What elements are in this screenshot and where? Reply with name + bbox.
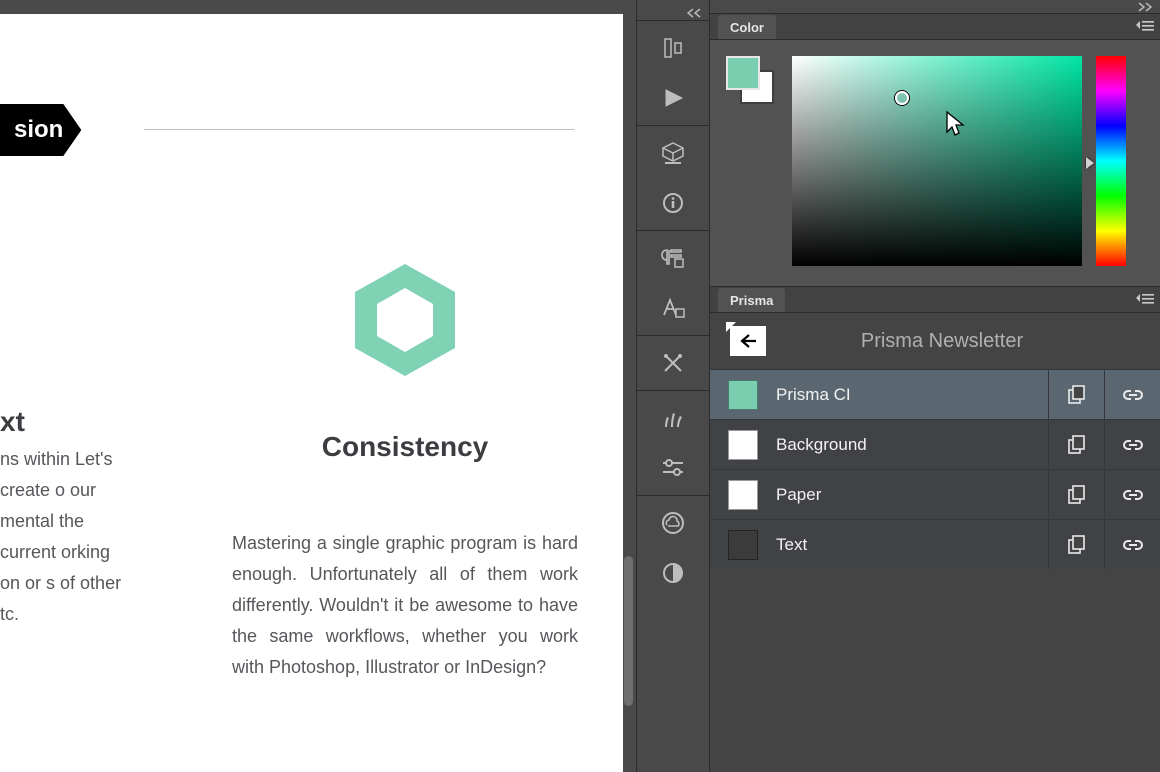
section-label-tab: sion xyxy=(0,104,81,156)
copy-icon[interactable] xyxy=(1048,370,1104,419)
prisma-panel-tab[interactable]: Prisma xyxy=(718,288,785,312)
sat-cursor[interactable] xyxy=(895,91,909,105)
prisma-color-list: Prisma CI Background Paper xyxy=(710,369,1160,569)
row-label: Paper xyxy=(776,485,1048,505)
row-label: Background xyxy=(776,435,1048,455)
play-icon[interactable] xyxy=(656,81,690,115)
copy-icon[interactable] xyxy=(1048,520,1104,569)
brushes-icon[interactable] xyxy=(656,401,690,435)
hexagon-icon xyxy=(232,264,578,376)
prisma-row[interactable]: Paper xyxy=(710,469,1160,519)
link-icon[interactable] xyxy=(1104,370,1160,419)
prisma-row[interactable]: Text xyxy=(710,519,1160,569)
copy-icon[interactable] xyxy=(1048,420,1104,469)
adjustments-icon[interactable] xyxy=(656,451,690,485)
row-swatch xyxy=(728,530,758,560)
horizontal-divider xyxy=(144,129,574,130)
row-label: Prisma CI xyxy=(776,385,1048,405)
align-panel-icon[interactable] xyxy=(656,31,690,65)
prisma-panel-body: Prisma Newsletter Prisma CI Background xyxy=(710,313,1160,772)
doc-column-mid: Consistency Mastering a single graphic p… xyxy=(232,264,578,683)
row-swatch xyxy=(728,430,758,460)
app-root: sion xt ns within Let's create o our men… xyxy=(0,0,1160,772)
color-panel-menu-icon[interactable] xyxy=(1136,18,1154,37)
hue-bar[interactable] xyxy=(1096,56,1126,266)
saturation-brightness-field[interactable] xyxy=(792,56,1082,266)
link-icon[interactable] xyxy=(1104,420,1160,469)
character-styles-icon[interactable] xyxy=(656,291,690,325)
panel-stack: Color Prisma xyxy=(710,0,1160,772)
info-icon[interactable] xyxy=(656,186,690,220)
row-actions xyxy=(1048,370,1160,419)
creative-cloud-icon[interactable] xyxy=(656,506,690,540)
doc-column-left-body: ns within Let's create o our mental the … xyxy=(0,444,124,630)
prisma-title: Prisma Newsletter xyxy=(784,330,1140,353)
canvas-wrapper: sion xt ns within Let's create o our men… xyxy=(0,0,636,772)
mouse-cursor-icon xyxy=(945,110,967,143)
doc-column-mid-body: Mastering a single graphic program is ha… xyxy=(232,528,578,683)
prisma-panel-tab-bar: Prisma xyxy=(710,287,1160,313)
tools-crossed-icon[interactable] xyxy=(656,346,690,380)
fg-bg-swatch-stack[interactable] xyxy=(726,56,778,108)
hue-slider-handle[interactable] xyxy=(1086,157,1094,169)
paragraph-styles-icon[interactable] xyxy=(656,241,690,275)
color-panel-tab[interactable]: Color xyxy=(718,15,776,39)
row-swatch xyxy=(728,380,758,410)
fg-swatch[interactable] xyxy=(726,56,760,90)
row-actions xyxy=(1048,470,1160,519)
row-actions xyxy=(1048,420,1160,469)
prisma-row[interactable]: Prisma CI xyxy=(710,369,1160,419)
row-swatch xyxy=(728,480,758,510)
link-icon[interactable] xyxy=(1104,470,1160,519)
doc-column-mid-heading: Consistency xyxy=(232,431,578,463)
back-button[interactable] xyxy=(730,326,766,356)
copy-icon[interactable] xyxy=(1048,470,1104,519)
row-actions xyxy=(1048,520,1160,569)
prisma-panel-menu-icon[interactable] xyxy=(1136,291,1154,310)
prisma-row[interactable]: Background xyxy=(710,419,1160,469)
contrast-circle-icon[interactable] xyxy=(656,556,690,590)
doc-column-left: xt ns within Let's create o our mental t… xyxy=(0,444,124,630)
color-panel-tab-bar: Color xyxy=(710,14,1160,40)
dock-collapse-arrows[interactable] xyxy=(637,6,709,20)
doc-column-left-heading: xt xyxy=(0,406,25,437)
package-icon[interactable] xyxy=(656,136,690,170)
row-label: Text xyxy=(776,535,1048,555)
hue-column xyxy=(1096,56,1126,266)
document-canvas[interactable]: sion xt ns within Let's create o our men… xyxy=(0,14,623,772)
link-icon[interactable] xyxy=(1104,520,1160,569)
section-label-text: sion xyxy=(14,116,63,144)
color-panel-body xyxy=(710,40,1160,287)
vertical-scrollbar-thumb[interactable] xyxy=(624,556,633,706)
prisma-header: Prisma Newsletter xyxy=(710,313,1160,369)
panels-collapse-arrows[interactable] xyxy=(710,0,1160,14)
tool-dock xyxy=(636,0,710,772)
